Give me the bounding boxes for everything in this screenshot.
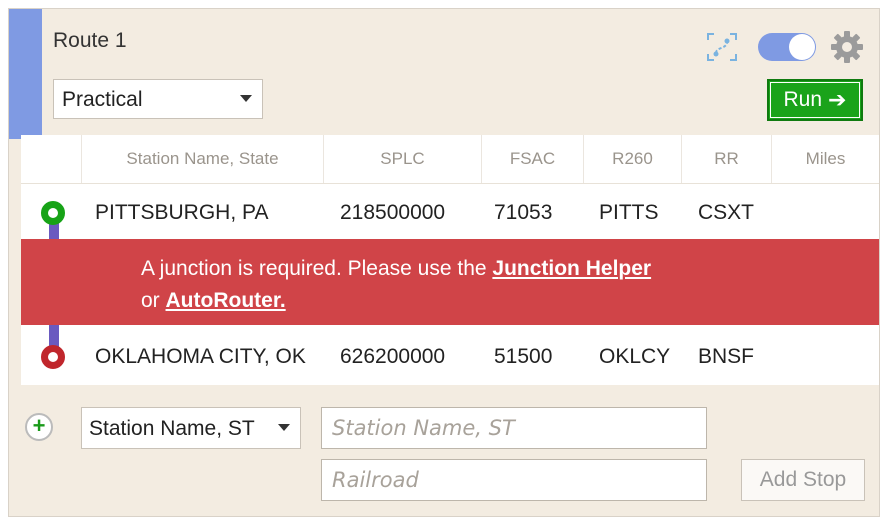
chevron-down-icon — [240, 95, 252, 102]
error-message: A junction is required. Please use the — [141, 257, 493, 280]
toggle-knob — [789, 34, 815, 60]
start-station-icon — [41, 201, 65, 225]
error-or-text: or — [141, 289, 166, 312]
header-fsac[interactable]: FSAC — [481, 135, 583, 183]
add-stop-plus-icon[interactable]: + — [25, 413, 53, 441]
route-toggle[interactable] — [758, 33, 816, 61]
station-name: PITTSBURGH, PA — [95, 201, 269, 224]
fsac-value: 71053 — [494, 201, 553, 224]
route-panel: Route 1 Practical Run ➔ Station Name, St… — [8, 8, 880, 517]
error-line-1: A junction is required. Please use the J… — [141, 257, 651, 281]
autorouter-link[interactable]: AutoRouter. — [166, 289, 286, 312]
route-title: Route 1 — [53, 29, 127, 52]
stops-table: Station Name, State SPLC FSAC R260 RR Mi… — [21, 135, 879, 385]
rr-value: CSXT — [698, 201, 755, 224]
end-station-icon — [41, 345, 65, 369]
chevron-down-icon — [278, 424, 290, 431]
routing-mode-value: Practical — [62, 88, 143, 111]
railroad-input[interactable]: Railroad — [321, 459, 707, 501]
search-type-select[interactable]: Station Name, ST — [81, 407, 301, 449]
gear-icon[interactable] — [829, 29, 865, 65]
header-station[interactable]: Station Name, State — [81, 135, 323, 183]
fsac-value: 51500 — [494, 345, 553, 368]
route-accent-bar — [9, 9, 42, 139]
r260-value: PITTS — [599, 201, 659, 224]
run-button[interactable]: Run ➔ — [767, 79, 863, 121]
arrow-right-icon: ➔ — [828, 87, 847, 112]
header-rr[interactable]: RR — [681, 135, 771, 183]
run-label: Run — [783, 88, 823, 111]
station-name: OKLAHOMA CITY, OK — [95, 345, 306, 368]
splc-value: 218500000 — [340, 201, 446, 224]
rr-value: BNSF — [698, 345, 755, 368]
header-splc[interactable]: SPLC — [323, 135, 481, 183]
map-route-icon[interactable] — [705, 31, 739, 63]
table-row[interactable]: OKLAHOMA CITY, OK 626200000 51500 OKLCY … — [21, 329, 879, 385]
error-line-2: or AutoRouter. — [141, 289, 286, 313]
routing-mode-select[interactable]: Practical — [53, 79, 263, 119]
junction-error-banner: A junction is required. Please use the J… — [21, 239, 879, 325]
junction-helper-link[interactable]: Junction Helper — [492, 257, 651, 280]
splc-value: 626200000 — [340, 345, 446, 368]
add-stop-button[interactable]: Add Stop — [741, 459, 865, 501]
station-name-input[interactable]: Station Name, ST — [321, 407, 707, 449]
table-row[interactable]: PITTSBURGH, PA 218500000 71053 PITTS CSX… — [21, 185, 879, 241]
header-r260[interactable]: R260 — [583, 135, 681, 183]
search-type-value: Station Name, ST — [89, 417, 255, 440]
table-header: Station Name, State SPLC FSAC R260 RR Mi… — [21, 135, 879, 184]
r260-value: OKLCY — [599, 345, 671, 368]
header-miles[interactable]: Miles — [771, 135, 879, 183]
